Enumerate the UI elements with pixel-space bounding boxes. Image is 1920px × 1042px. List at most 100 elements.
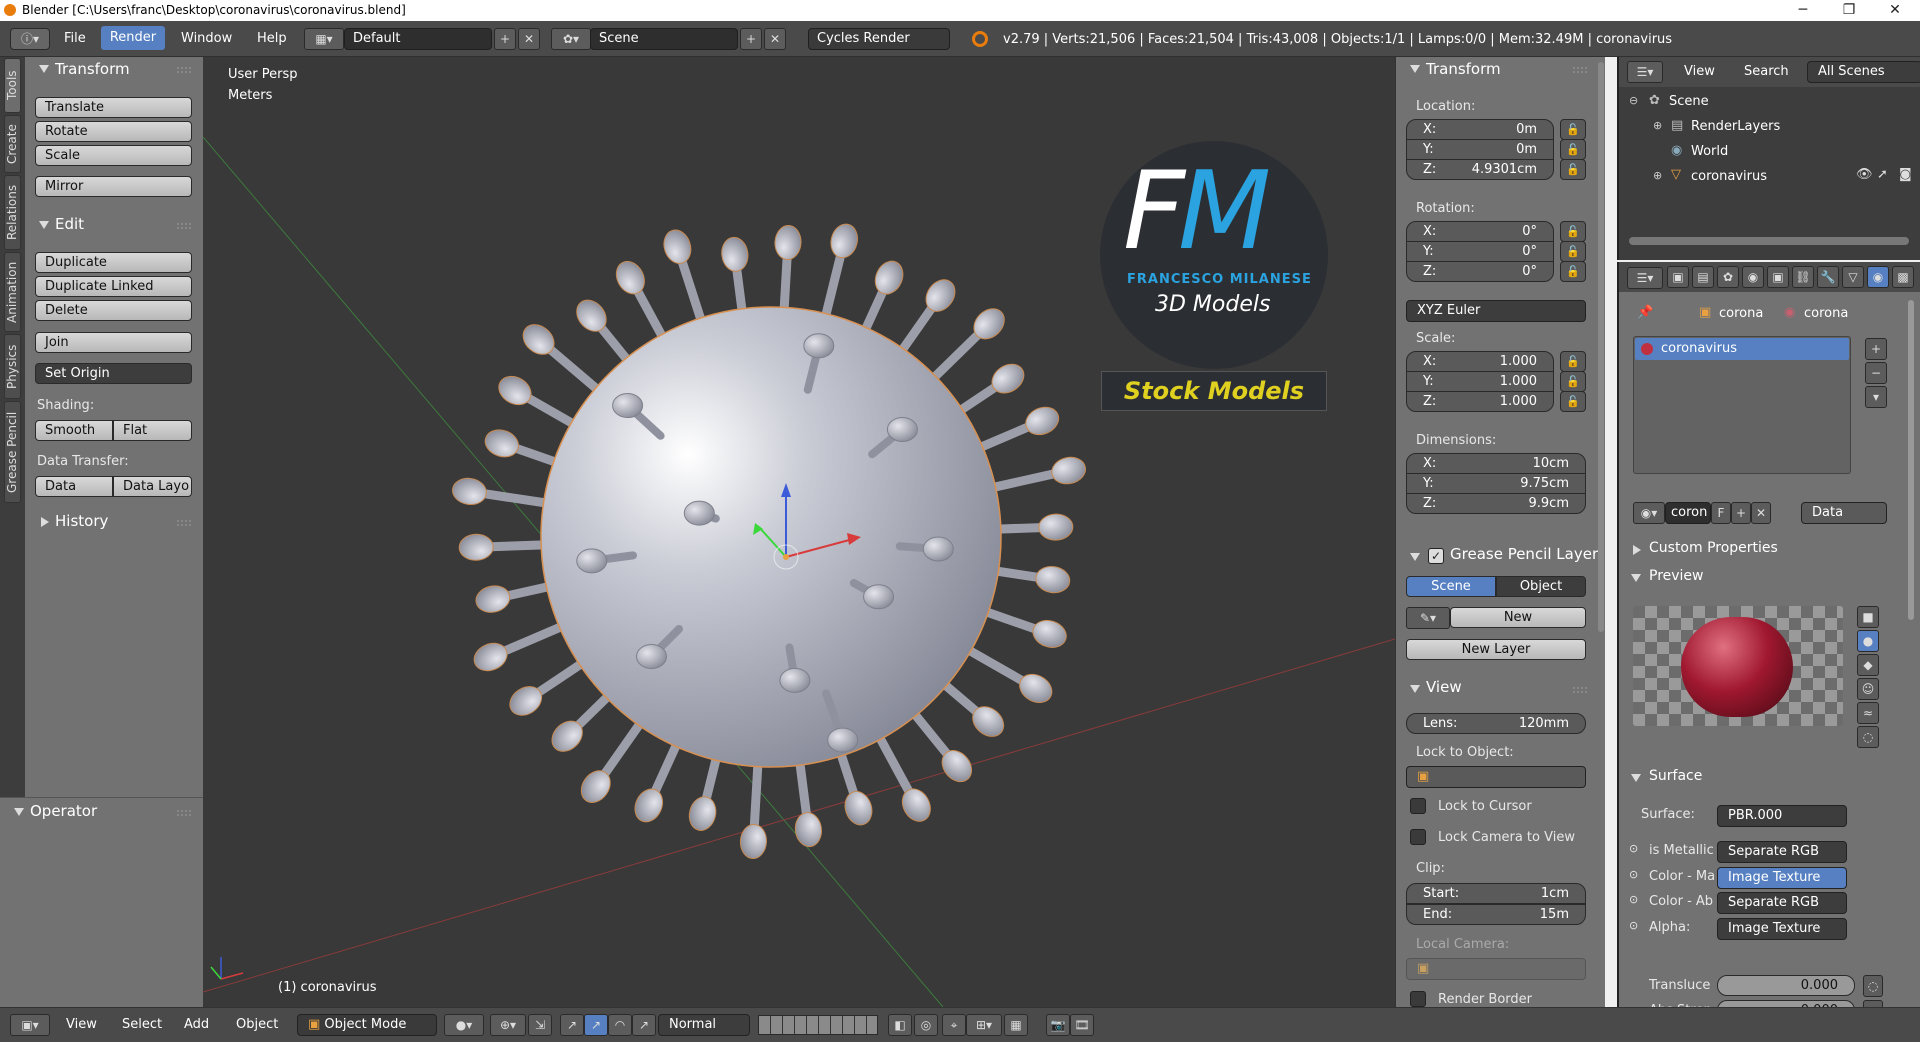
link-data-select[interactable]: Data xyxy=(1801,502,1887,524)
collapse-surface-icon[interactable] xyxy=(1631,774,1641,782)
outliner-item-world[interactable]: World xyxy=(1691,144,1728,159)
outliner-filter-select[interactable]: All Scenes xyxy=(1807,61,1920,83)
rotate-button[interactable]: Rotate xyxy=(35,121,192,142)
collapse-grease-pencil-icon[interactable] xyxy=(1410,553,1420,561)
menu-render[interactable]: Render xyxy=(101,26,165,50)
preview-world-icon[interactable]: ◌ xyxy=(1857,726,1879,748)
manipulator-toggle-icon[interactable]: ⇲ xyxy=(528,1014,552,1036)
expand-input-icon[interactable]: ⊙ xyxy=(1629,919,1638,932)
tab-animation[interactable]: Animation xyxy=(4,252,21,332)
lock-object-field[interactable]: ▣ xyxy=(1406,766,1586,788)
layers-tab-icon[interactable]: ▤ xyxy=(1692,266,1714,288)
properties-scrollbar[interactable] xyxy=(1908,300,1914,620)
local-camera-field[interactable]: ▣ xyxy=(1406,958,1586,980)
outliner-item-scene[interactable]: Scene xyxy=(1669,94,1709,109)
render-engine-select[interactable]: Cycles Render xyxy=(808,28,950,50)
editor-type-info-icon[interactable]: ⓘ▾ xyxy=(10,28,50,50)
join-button[interactable]: Join xyxy=(35,332,192,353)
surface-input-select[interactable]: Separate RGB xyxy=(1717,892,1847,914)
lock-icon[interactable]: 🔓 xyxy=(1560,221,1586,242)
lock-icon[interactable]: 🔓 xyxy=(1560,241,1586,262)
expand-input-icon[interactable]: ⊙ xyxy=(1629,893,1638,906)
rotation-z-field[interactable]: Z: 0° xyxy=(1406,261,1554,282)
expand-history-icon[interactable] xyxy=(41,517,49,527)
outliner-item-renderlayers[interactable]: RenderLayers xyxy=(1691,119,1780,134)
drag-grip-icon[interactable] xyxy=(177,520,191,526)
scale-z-field[interactable]: Z: 1.000 xyxy=(1406,391,1554,412)
properties-editor-icon[interactable]: ☰▾ xyxy=(1627,267,1663,289)
modifiers-tab-icon[interactable]: 🔧 xyxy=(1817,266,1839,288)
lock-icon[interactable]: 🔓 xyxy=(1560,119,1586,140)
location-x-field[interactable]: X: 0m xyxy=(1406,119,1554,140)
drag-grip-icon[interactable] xyxy=(177,810,191,816)
dimensions-x-field[interactable]: X: 10cm xyxy=(1406,453,1586,474)
3d-viewport[interactable]: User Persp Meters (1) coronavirus F M FR… xyxy=(203,57,1395,1007)
translate-button[interactable]: Translate xyxy=(35,97,192,118)
constraints-tab-icon[interactable]: ⛓ xyxy=(1792,266,1814,288)
outliner-search-menu[interactable]: Search xyxy=(1744,64,1789,79)
scene-field[interactable]: Scene xyxy=(590,28,738,50)
preview-hair-icon[interactable]: ≈ xyxy=(1857,702,1879,724)
delete-button[interactable]: Delete xyxy=(35,300,192,321)
world-tab-icon[interactable]: ◉ xyxy=(1742,266,1764,288)
slot-menu-icon[interactable]: ▾ xyxy=(1865,386,1887,408)
clip-start-field[interactable]: Start: 1cm xyxy=(1406,883,1586,904)
rotation-y-field[interactable]: Y: 0° xyxy=(1406,241,1554,262)
material-slot-name[interactable]: coronavirus xyxy=(1661,341,1737,356)
remove-slot-icon[interactable]: − xyxy=(1865,362,1887,384)
add-slot-icon[interactable]: + xyxy=(1865,338,1887,360)
preview-cube-icon[interactable]: ◆ xyxy=(1857,654,1879,676)
dimensions-y-field[interactable]: Y: 9.75cm xyxy=(1406,473,1586,494)
custom-properties-title[interactable]: Custom Properties xyxy=(1649,540,1778,556)
tab-relations[interactable]: Relations xyxy=(4,175,21,250)
gp-scene-button[interactable]: Scene xyxy=(1406,576,1496,597)
material-tab-icon[interactable]: ◉ xyxy=(1867,266,1889,288)
preview-monkey-icon[interactable]: ☺ xyxy=(1857,678,1879,700)
opengl-animation-icon[interactable]: 🎞 xyxy=(1070,1014,1094,1036)
unlink-material-icon[interactable]: ✕ xyxy=(1751,502,1771,524)
minimize-button[interactable]: ─ xyxy=(1780,0,1826,21)
object-mode-select[interactable]: ▣ Object Mode xyxy=(297,1014,437,1036)
expand-renderlayers-icon[interactable]: ⊕ xyxy=(1653,119,1662,132)
menu-file[interactable]: File xyxy=(64,31,86,46)
collapse-edit-icon[interactable] xyxy=(39,221,49,229)
translucency-field[interactable]: 0.000 xyxy=(1717,975,1855,996)
rotate-manipulator-icon[interactable]: ↗ xyxy=(584,1014,608,1036)
pencil-icon[interactable]: ✎▾ xyxy=(1406,607,1450,629)
opengl-render-icon[interactable]: 📷 xyxy=(1046,1014,1070,1036)
outliner-editor-icon[interactable]: ☰▾ xyxy=(1627,61,1663,83)
drag-grip-icon[interactable] xyxy=(1573,67,1587,73)
lock-icon[interactable]: 🔓 xyxy=(1560,159,1586,180)
pivot-point-icon[interactable]: ⊕▾ xyxy=(490,1014,526,1036)
expand-scene-icon[interactable]: ⊖ xyxy=(1629,94,1638,107)
add-scene-icon[interactable]: + xyxy=(740,28,762,50)
scene-tab-icon[interactable]: ✿ xyxy=(1717,266,1739,288)
history-panel-title[interactable]: History xyxy=(55,512,108,530)
outliner-scrollbar[interactable] xyxy=(1629,237,1909,245)
transform-orientation-icon[interactable]: ↗ xyxy=(632,1014,656,1036)
lock-camera-checkbox[interactable] xyxy=(1410,829,1426,845)
data-tab-icon[interactable]: ▽ xyxy=(1842,266,1864,288)
set-origin-dropdown[interactable]: Set Origin xyxy=(35,363,192,384)
lock-icon[interactable]: 🔓 xyxy=(1560,351,1586,372)
snap-icon[interactable]: ⌖ xyxy=(942,1014,966,1036)
outliner-view-menu[interactable]: View xyxy=(1684,64,1715,79)
layer-buttons[interactable] xyxy=(758,1015,878,1035)
menu-help[interactable]: Help xyxy=(257,31,287,46)
mirror-button[interactable]: Mirror xyxy=(35,176,192,197)
scale-button[interactable]: Scale xyxy=(35,145,192,166)
preview-sphere-icon[interactable]: ● xyxy=(1857,630,1879,652)
transform-orientation-select[interactable]: Normal xyxy=(658,1014,750,1036)
translate-manipulator-icon[interactable]: ↗ xyxy=(560,1014,584,1036)
tab-create[interactable]: Create xyxy=(4,115,21,173)
drag-grip-icon[interactable] xyxy=(177,223,191,229)
scene-icon[interactable]: ✿▾ xyxy=(551,28,591,50)
scale-x-field[interactable]: X: 1.000 xyxy=(1406,351,1554,372)
lock-layers-icon[interactable]: ◧ xyxy=(888,1014,912,1036)
gp-object-button[interactable]: Object xyxy=(1496,576,1586,597)
location-z-field[interactable]: Z: 4.9301cm xyxy=(1406,159,1554,180)
lens-field[interactable]: Lens: 120mm xyxy=(1406,713,1586,734)
menu-window[interactable]: Window xyxy=(181,31,232,46)
maximize-button[interactable]: ❐ xyxy=(1826,0,1872,21)
object-tab-icon[interactable]: ▣ xyxy=(1767,266,1789,288)
